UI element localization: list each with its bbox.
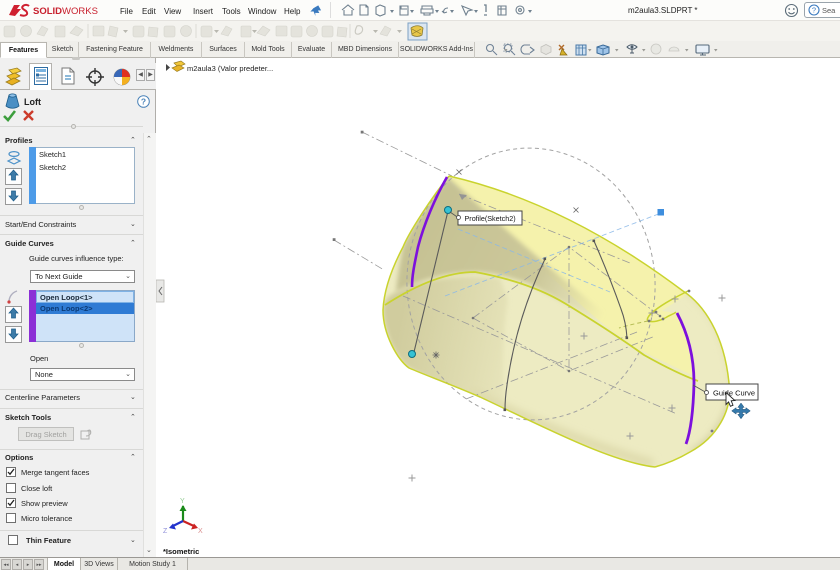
svg-text:?: ? [812,6,816,15]
svg-text:Y: Y [180,498,185,505]
svg-text:Guide Curve: Guide Curve [713,389,755,398]
svg-text:Z: Z [163,528,168,535]
svg-text:SOLIDWORKS: SOLIDWORKS [33,6,98,17]
svg-text:X: X [198,528,203,535]
svg-text:*Isometric: *Isometric [163,547,199,556]
svg-text:Profile(Sketch2): Profile(Sketch2) [465,214,516,223]
svg-text:m2aula3 (Valor predeter...: m2aula3 (Valor predeter... [187,64,273,73]
svg-text:?: ? [141,97,146,107]
